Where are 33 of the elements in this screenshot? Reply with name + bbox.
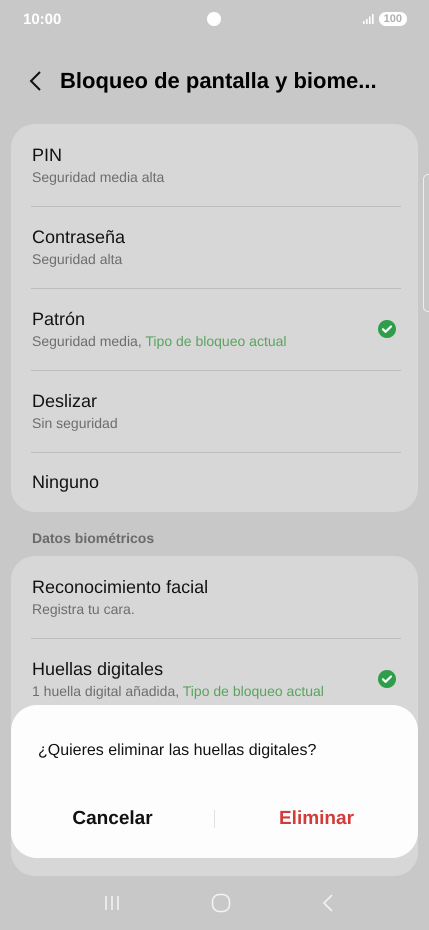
battery-icon: 100 [378,12,407,26]
setting-item[interactable]: Deslizar Sin seguridad [11,370,418,452]
setting-item[interactable]: Ninguno [11,452,418,512]
setting-item[interactable]: PIN Seguridad media alta [11,124,418,206]
item-subtitle: Seguridad media, Tipo de bloqueo actual [32,332,288,351]
item-subtitle: Seguridad alta [32,250,124,269]
scroll-handle[interactable] [423,174,429,312]
back-nav-button[interactable] [322,893,334,913]
camera-icon [207,12,221,26]
item-title: Patrón [32,308,86,331]
item-title: Huellas digitales [32,658,164,681]
item-title: Contraseña [32,226,126,249]
item-title: Reconocimiento facial [32,576,210,599]
dialog-message: ¿Quieres eliminar las huellas digitales? [38,741,318,761]
item-subtitle: Seguridad media alta [32,168,166,187]
item-title: PIN [32,144,64,167]
home-button[interactable] [210,893,230,913]
setting-item[interactable]: Contraseña Seguridad alta [11,206,418,288]
recents-button[interactable] [104,895,120,911]
item-subtitle: Registra tu cara. [32,600,136,619]
item-subtitle: Sin seguridad [32,414,119,433]
signal-icon [362,14,374,24]
item-subtitle: 1 huella digital añadida, Tipo de bloqueo actual [32,682,325,701]
setting-item[interactable]: Patrón Seguridad media, Tipo de bloqueo actual [11,288,418,370]
delete-button[interactable]: Eliminar [215,802,418,836]
setting-item[interactable]: Reconocimiento facial Registra tu cara. [11,556,418,638]
item-title: Ninguno [32,471,100,494]
setting-item[interactable]: Huellas digitales 1 huella digital añadida, Tipo de bloqueo actual [11,638,418,720]
page-title: Bloqueo de pantalla y biome... [60,68,377,94]
cancel-button[interactable]: Cancelar [11,802,214,836]
back-button[interactable] [28,70,42,92]
item-title: Deslizar [32,390,98,413]
section-heading: Datos biométricos [31,529,156,548]
